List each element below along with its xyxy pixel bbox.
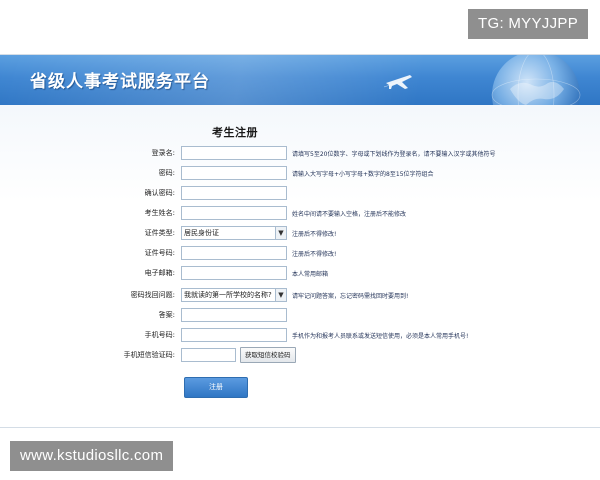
row-id-type: 证件类型: 居民身份证 ▼ 注册后不得修改!	[0, 226, 600, 242]
site-title: 省级人事考试服务平台	[30, 72, 210, 92]
id-number-label: 证件号码:	[144, 249, 175, 257]
plane-icon	[384, 75, 412, 89]
login-name-label: 登录名:	[151, 149, 175, 157]
security-question-select[interactable]: 我就读的第一所学校的名称? ▼	[181, 288, 287, 302]
id-type-value: 居民身份证	[184, 229, 219, 237]
top-watermark: TG: MYYJJPP	[468, 9, 588, 39]
password-label: 密码:	[158, 169, 175, 177]
email-hint: 本人常用邮箱	[292, 271, 329, 278]
header-banner: 省级人事考试服务平台	[0, 55, 600, 105]
id-number-hint: 注册后不得修改!	[292, 251, 337, 258]
chevron-down-icon[interactable]: ▼	[275, 227, 286, 239]
register-button[interactable]: 注册	[184, 377, 248, 398]
row-confirm-password: 确认密码:	[0, 186, 600, 202]
phone-hint: 手机作为和报考人员联系或发送短信使用，必须是本人常用手机号!	[292, 333, 469, 340]
form-title: 考生注册	[212, 126, 258, 139]
phone-input[interactable]	[181, 328, 287, 342]
id-type-hint: 注册后不得修改!	[292, 231, 337, 238]
chevron-down-icon[interactable]: ▼	[275, 289, 286, 301]
id-type-select[interactable]: 居民身份证 ▼	[181, 226, 287, 240]
row-phone: 手机号码: 手机作为和报考人员联系或发送短信使用，必须是本人常用手机号!	[0, 328, 600, 344]
row-answer: 答案:	[0, 308, 600, 324]
row-email: 电子邮箱: 本人常用邮箱	[0, 266, 600, 282]
row-security-question: 密码找回问题: 我就读的第一所学校的名称? ▼ 请牢记问题答案，忘记密码需找回时…	[0, 288, 600, 304]
name-hint: 姓名中间请不要输入空格，注册后不能修改	[292, 211, 407, 218]
name-label: 考生姓名:	[144, 209, 175, 217]
login-name-input[interactable]	[181, 146, 287, 160]
row-name: 考生姓名: 姓名中间请不要输入空格，注册后不能修改	[0, 206, 600, 222]
id-type-label: 证件类型:	[144, 229, 175, 237]
row-login-name: 登录名: 请填写5至20位数字、字母或下划线作为登录名，请不要输入汉字或其他符号	[0, 146, 600, 162]
bottom-watermark: www.kstudiosllc.com	[10, 441, 174, 471]
password-hint: 请输入大写字母+小写字母+数字的8至15位字符组合	[292, 171, 434, 178]
security-question-label: 密码找回问题:	[130, 291, 175, 299]
name-input[interactable]	[181, 206, 287, 220]
security-question-value: 我就读的第一所学校的名称?	[184, 291, 272, 299]
password-input[interactable]	[181, 166, 287, 180]
email-label: 电子邮箱:	[144, 269, 175, 277]
id-number-input[interactable]	[181, 246, 287, 260]
get-sms-code-button[interactable]: 获取短信校验码	[240, 347, 296, 363]
email-input[interactable]	[181, 266, 287, 280]
answer-label: 答案:	[158, 311, 175, 319]
globe-icon	[491, 55, 581, 105]
row-sms-code: 手机短信验证码: 获取短信校验码	[0, 347, 600, 364]
confirm-password-label: 确认密码:	[144, 189, 175, 197]
row-password: 密码: 请输入大写字母+小写字母+数字的8至15位字符组合	[0, 166, 600, 182]
confirm-password-input[interactable]	[181, 186, 287, 200]
login-name-hint: 请填写5至20位数字、字母或下划线作为登录名，请不要输入汉字或其他符号	[292, 151, 496, 158]
security-question-hint: 请牢记问题答案，忘记密码需找回时要用到!	[292, 293, 409, 300]
sms-code-input[interactable]	[181, 348, 236, 362]
answer-input[interactable]	[181, 308, 287, 322]
phone-label: 手机号码:	[144, 331, 175, 339]
sms-code-label: 手机短信验证码:	[123, 351, 175, 359]
row-id-number: 证件号码: 注册后不得修改!	[0, 246, 600, 262]
